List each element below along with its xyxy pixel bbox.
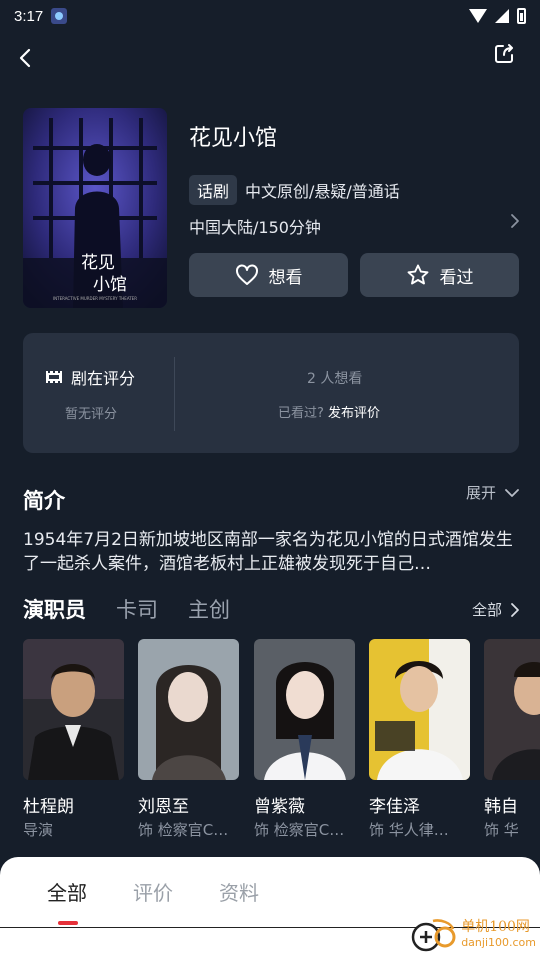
want-to-see-button[interactable]: 想看 (189, 253, 348, 297)
rating-header: 剧在评分 (45, 365, 135, 389)
battery-icon (517, 8, 526, 24)
svg-text:INTERACTIVE MURDER MYSTERY THE: INTERACTIVE MURDER MYSTERY THEATER (53, 296, 137, 301)
expand-synopsis-button[interactable]: 展开 (466, 482, 520, 503)
rating-score-section: 剧在评分 暂无评分 (23, 333, 173, 453)
seen-label: 看过 (439, 267, 474, 288)
tab-info[interactable]: 资料 (219, 877, 259, 906)
show-poster[interactable]: 花见 小馆 INTERACTIVE MURDER MYSTERY THEATER (23, 108, 167, 308)
seen-prompt-text: 已看过? (278, 406, 324, 421)
cast-role: 导演 (23, 821, 54, 839)
cast-role: 饰 检察官C… (254, 821, 345, 839)
app-notification-icon (51, 8, 68, 24)
cast-name: 刘恩至 (138, 797, 189, 817)
seen-button[interactable]: 看过 (360, 253, 519, 297)
watermark-logo-icon (411, 919, 456, 952)
categories-text: 中文原创/悬疑/普通话 (245, 182, 400, 201)
heart-icon (235, 264, 258, 285)
expand-label: 展开 (465, 484, 496, 502)
cast-photo (254, 639, 355, 780)
cast-name: 曾紫薇 (254, 797, 305, 817)
status-bar: 3:17 (0, 0, 540, 32)
cast-role: 饰 华人律… (369, 821, 449, 839)
tab-creators[interactable]: 主创 (188, 594, 230, 624)
active-tab-indicator (58, 921, 78, 925)
cast-all-button[interactable]: 全部 (472, 599, 520, 620)
wifi-icon (469, 9, 487, 23)
cast-card[interactable]: 李佳泽 饰 华人律… (369, 639, 470, 840)
show-title: 花见小馆 (189, 126, 278, 151)
no-rating-text: 暂无评分 (65, 407, 118, 422)
share-icon[interactable] (492, 42, 516, 66)
svg-text:小馆: 小馆 (93, 275, 127, 295)
synopsis-title: 简介 (23, 489, 65, 513)
back-arrow-icon[interactable] (14, 46, 38, 70)
cast-photo (138, 639, 239, 780)
watermark-text: 单机100网 danji100.com (461, 920, 536, 950)
publish-review-link[interactable]: 发布评价 (328, 406, 380, 421)
signal-icon (495, 9, 509, 23)
cast-tabs: 演职员 卡司 主创 (23, 594, 230, 624)
chevron-right-icon (511, 602, 519, 617)
want-count-text: 2 人想看 (307, 371, 363, 387)
divider (174, 357, 175, 431)
cast-photo (484, 639, 540, 780)
tab-reviews[interactable]: 评价 (133, 877, 173, 906)
status-icons (469, 8, 526, 24)
cast-role: 饰 华 (484, 821, 519, 839)
genre-tag: 话剧 (189, 175, 238, 205)
cast-card[interactable]: 曾紫薇 饰 检察官C… (254, 639, 355, 840)
chevron-right-icon[interactable] (508, 212, 522, 230)
bottom-tabs: 全部 评价 资料 (47, 877, 259, 906)
review-prompt: 已看过? 发布评价 (278, 402, 380, 421)
cast-name: 李佳泽 (369, 797, 420, 817)
want-to-see-label: 想看 (268, 267, 303, 288)
star-icon (407, 264, 428, 285)
rating-label: 剧在评分 (71, 369, 136, 388)
ticket-icon (46, 371, 62, 383)
cast-card[interactable]: 刘恩至 饰 检察官C… (138, 639, 239, 840)
tab-cast-crew[interactable]: 演职员 (23, 594, 86, 624)
watermark: 单机100网 danji100.com (411, 917, 536, 953)
cast-name: 杜程朗 (23, 797, 74, 817)
status-time: 3:17 (14, 7, 44, 25)
chevron-down-icon (505, 488, 519, 497)
region-duration-text: 中国大陆/150分钟 (189, 218, 321, 237)
cast-card[interactable]: 韩自 饰 华 (484, 639, 540, 840)
watermark-cn: 单机100网 (461, 919, 530, 935)
cast-list: 杜程朗 导演 刘恩至 饰 检察官C… 曾紫薇 饰 检察官C… 李佳泽 饰 华人律… (23, 639, 540, 849)
poster-title-text: 花见 (81, 253, 115, 273)
cast-photo (369, 639, 470, 780)
bottom-tab-panel: 全部 评价 资料 单机100网 danji100.com (0, 857, 540, 960)
tab-cast[interactable]: 卡司 (116, 594, 158, 624)
watermark-en: danji100.com (461, 936, 536, 949)
cast-role: 饰 检察官C… (138, 821, 229, 839)
poster-image: 花见 小馆 INTERACTIVE MURDER MYSTERY THEATER (23, 108, 167, 308)
cast-all-label: 全部 (471, 601, 502, 619)
show-meta-genre: 话剧 中文原创/悬疑/普通话 (189, 175, 400, 205)
cast-card[interactable]: 杜程朗 导演 (23, 639, 124, 840)
cast-name: 韩自 (484, 797, 518, 817)
rating-card: 剧在评分 暂无评分 2 人想看 已看过? 发布评价 (23, 333, 519, 453)
synopsis-text: 1954年7月2日新加坡地区南部一家名为花见小馆的日式酒馆发生了一起杀人案件，酒… (23, 530, 513, 574)
top-nav (0, 40, 540, 76)
cast-photo (23, 639, 124, 780)
tab-all[interactable]: 全部 (47, 877, 87, 906)
